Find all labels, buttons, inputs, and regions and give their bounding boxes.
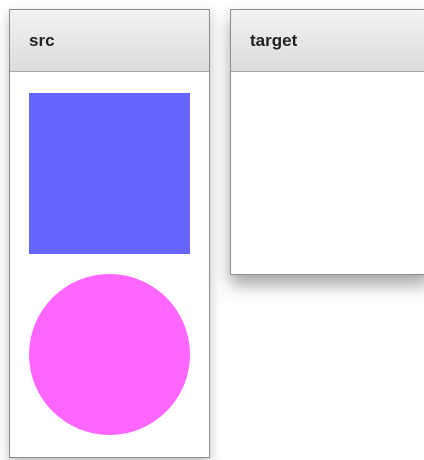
target-panel-title: target — [250, 30, 298, 50]
src-panel-header: src — [10, 10, 209, 72]
src-panel: src — [9, 9, 210, 458]
draggable-blue-square[interactable] — [29, 93, 190, 254]
target-panel-header: target — [231, 10, 424, 72]
draggable-pink-circle[interactable] — [29, 274, 190, 435]
src-panel-title: src — [29, 30, 55, 50]
target-panel[interactable]: target — [230, 9, 424, 275]
